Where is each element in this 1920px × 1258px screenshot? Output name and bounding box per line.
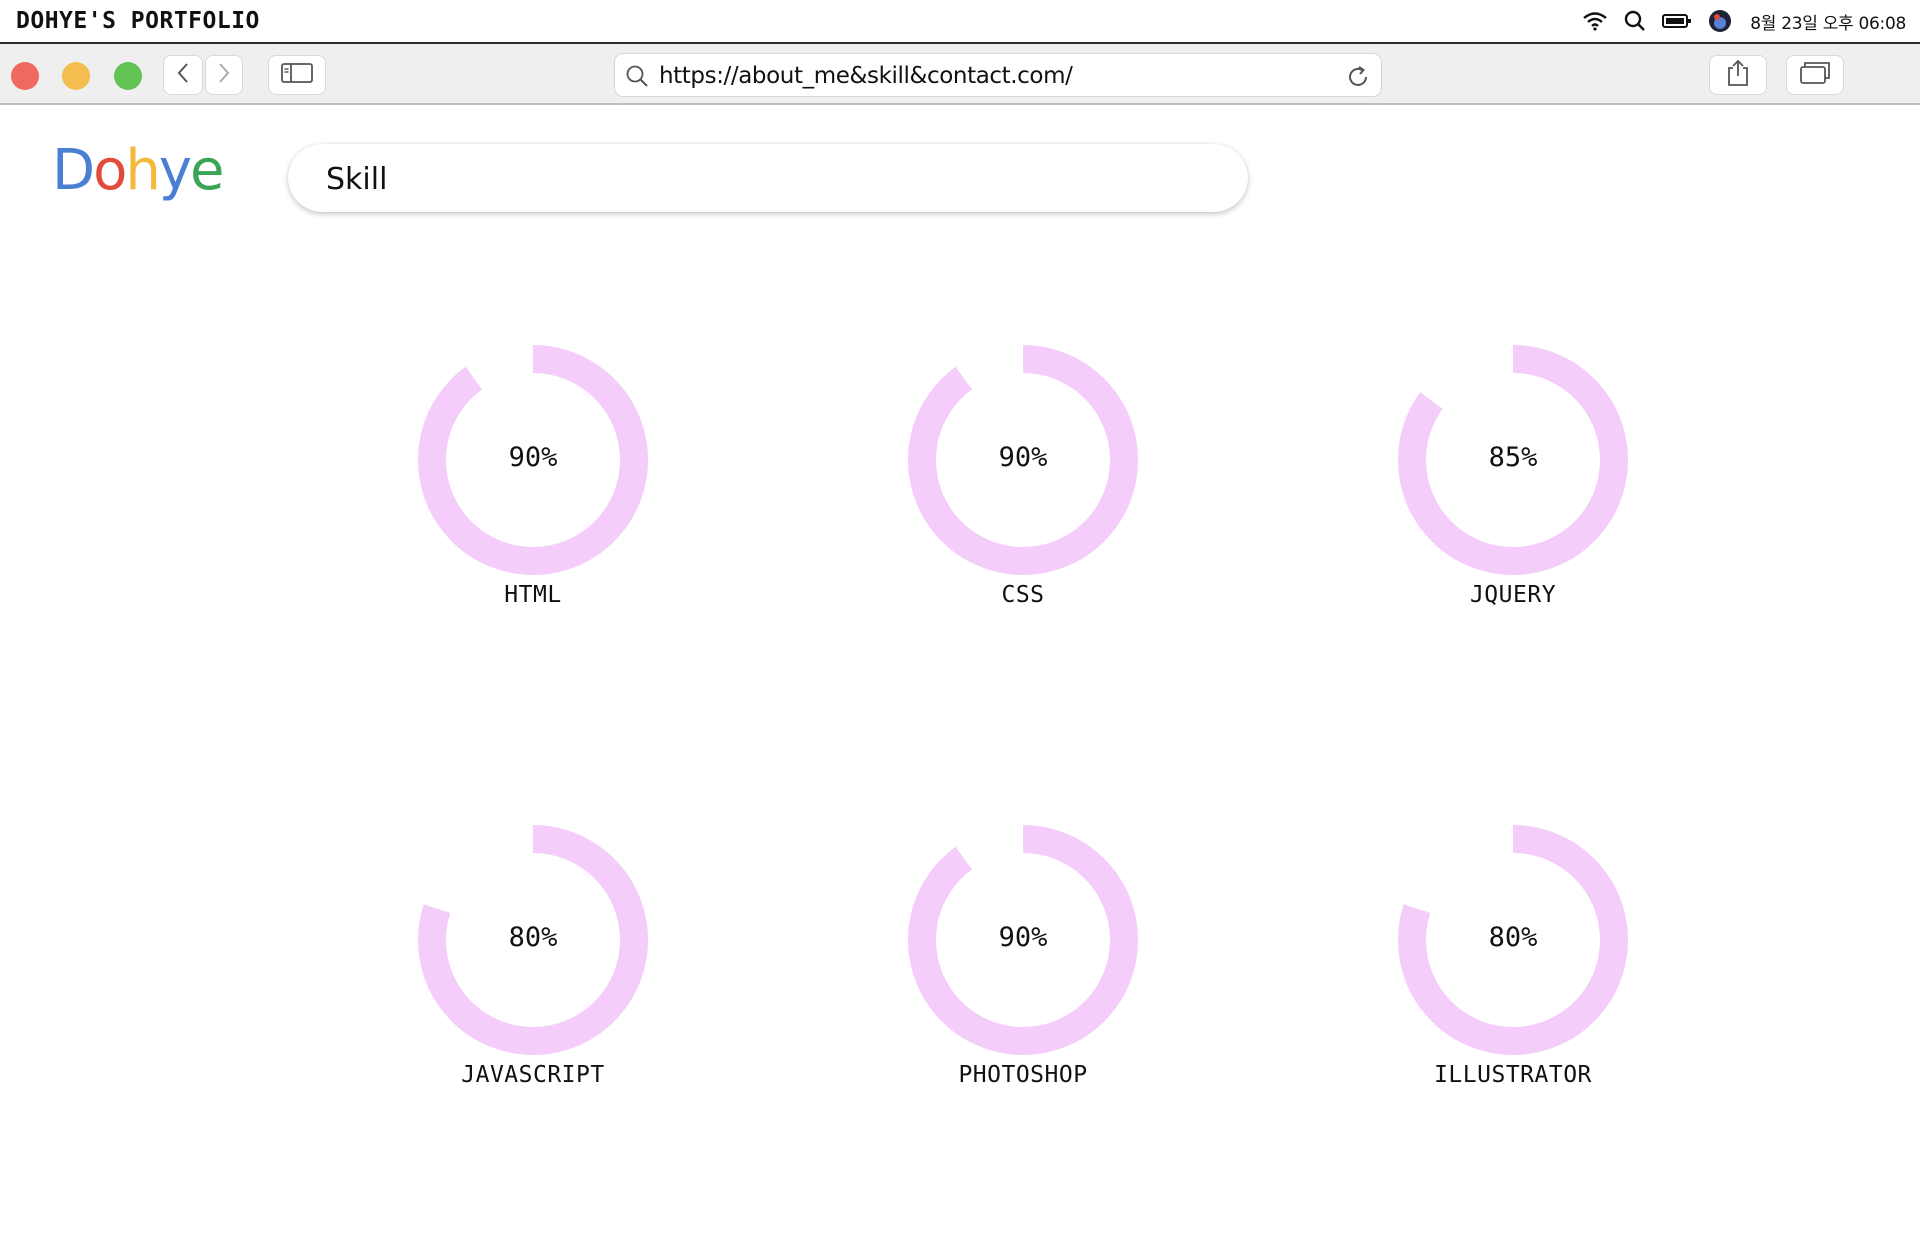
clock: 8월 23일 오후 06:08	[1750, 13, 1906, 34]
skill-name: HTML	[504, 582, 562, 608]
skill-percent: 90%	[998, 922, 1048, 953]
user-avatar-icon[interactable]	[1708, 9, 1732, 33]
search-icon	[625, 64, 649, 93]
browser-toolbar: https://about_me&skill&contact.com/	[0, 44, 1920, 105]
skill-item: 90% CSS	[903, 320, 1143, 620]
skill-name: JQUERY	[1469, 582, 1557, 608]
minimize-window-button[interactable]	[62, 62, 90, 90]
tabs-icon	[1800, 61, 1830, 89]
tabs-button[interactable]	[1786, 55, 1844, 95]
skill-percent: 85%	[1488, 442, 1538, 473]
reload-icon[interactable]	[1345, 64, 1371, 95]
search-input[interactable]	[324, 156, 1208, 202]
logo-letter: h	[125, 138, 160, 203]
logo-letter: e	[190, 138, 224, 203]
skill-name: PHOTOSHOP	[958, 1062, 1088, 1088]
skill-percent: 80%	[1488, 922, 1538, 953]
wifi-icon[interactable]	[1582, 11, 1608, 31]
back-arrow-icon	[176, 62, 190, 89]
spotlight-search-icon[interactable]	[1624, 10, 1646, 32]
status-area: 8월 23일 오후 06:08	[1566, 0, 1906, 42]
skill-item: 80% ILLUSTRATOR	[1393, 800, 1633, 1100]
logo-letter: y	[158, 138, 192, 203]
forward-button[interactable]	[205, 55, 243, 95]
skill-name: CSS	[1001, 582, 1045, 608]
close-window-button[interactable]	[11, 62, 39, 90]
skill-percent: 80%	[508, 922, 558, 953]
forward-arrow-icon	[217, 62, 231, 89]
skill-item: 85% JQUERY	[1393, 320, 1633, 620]
skill-item: 90% HTML	[413, 320, 653, 620]
url-text[interactable]: https://about_me&skill&contact.com/	[659, 63, 1073, 89]
address-bar[interactable]: https://about_me&skill&contact.com/	[614, 53, 1382, 97]
battery-icon[interactable]	[1662, 13, 1692, 29]
logo-letter: D	[52, 138, 95, 203]
back-button[interactable]	[163, 55, 203, 95]
app-title: DOHYE'S PORTFOLIO	[16, 8, 260, 34]
search-bar[interactable]	[288, 144, 1248, 212]
skill-item: 80% JAVASCRIPT	[413, 800, 653, 1100]
sidebar-button[interactable]	[268, 55, 326, 95]
logo-letter: o	[93, 138, 127, 203]
share-icon	[1725, 59, 1751, 92]
skill-percent: 90%	[508, 442, 558, 473]
skill-name: ILLUSTRATOR	[1434, 1062, 1592, 1088]
share-button[interactable]	[1709, 55, 1767, 95]
skill-percent: 90%	[998, 442, 1048, 473]
skill-name: JAVASCRIPT	[461, 1062, 605, 1088]
sidebar-icon	[281, 62, 313, 89]
menu-bar: DOHYE'S PORTFOLIO 8월 23일 오후 06:08	[0, 0, 1920, 44]
zoom-window-button[interactable]	[114, 62, 142, 90]
skill-item: 90% PHOTOSHOP	[903, 800, 1143, 1100]
logo[interactable]: Dohye	[52, 138, 225, 203]
